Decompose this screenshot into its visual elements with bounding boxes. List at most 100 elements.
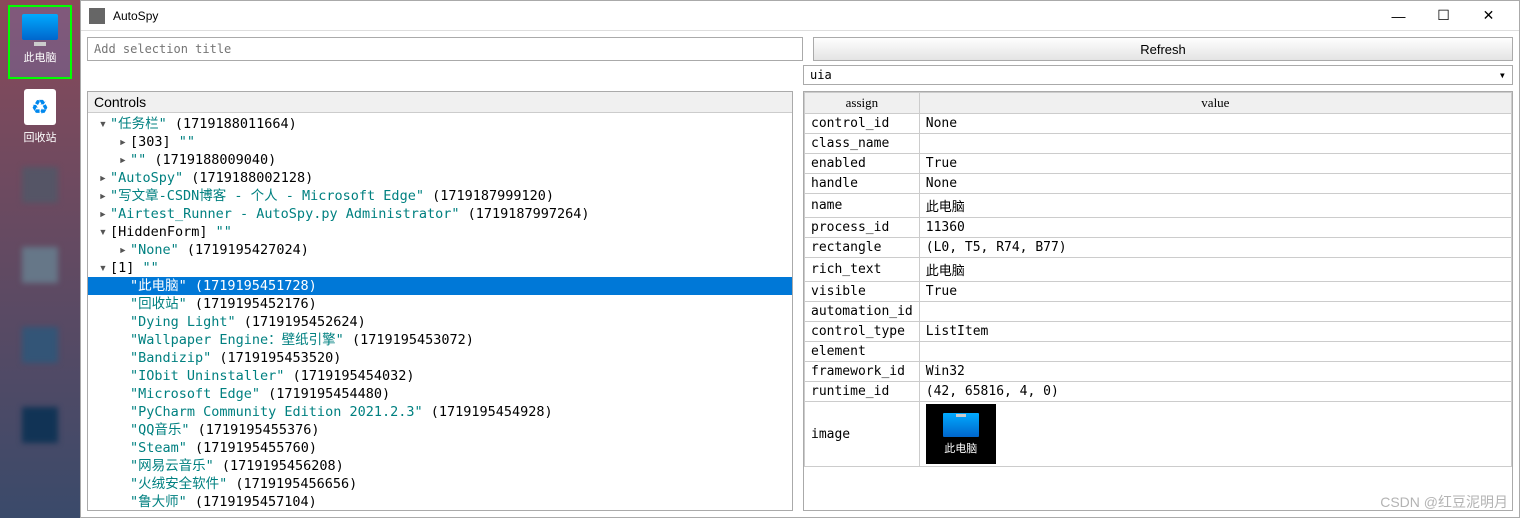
prop-value: 此电脑 (919, 194, 1511, 218)
table-row[interactable]: class_name (805, 134, 1512, 154)
prop-key: class_name (805, 134, 920, 154)
prop-key: control_type (805, 322, 920, 342)
table-row[interactable]: rich_text此电脑 (805, 258, 1512, 282)
desktop-icon-label: 回收站 (10, 129, 70, 145)
tree-node[interactable]: "回收站" (1719195452176) (88, 295, 792, 313)
backend-value: uia (810, 68, 832, 82)
app-window: AutoSpy — ☐ ✕ Refresh uia ▾ Controls ▾"任… (80, 0, 1520, 518)
prop-key: automation_id (805, 302, 920, 322)
properties-table: assign value control_idNoneclass_nameena… (804, 92, 1512, 467)
prop-key: name (805, 194, 920, 218)
desktop-icon-blur-1[interactable] (10, 167, 70, 237)
prop-image: 此电脑 (919, 402, 1511, 467)
table-row[interactable]: enabledTrue (805, 154, 1512, 174)
tree-node[interactable]: "Microsoft Edge" (1719195454480) (88, 385, 792, 403)
table-row[interactable]: framework_idWin32 (805, 362, 1512, 382)
table-row[interactable]: name此电脑 (805, 194, 1512, 218)
prop-key: image (805, 402, 920, 467)
controls-tree[interactable]: ▾"任务栏" (1719188011664)▸[303] ""▸"" (1719… (88, 113, 792, 510)
tree-node[interactable]: "此电脑" (1719195451728) (88, 277, 792, 295)
tree-node[interactable]: ▸"None" (1719195427024) (88, 241, 792, 259)
minimize-button[interactable]: — (1376, 2, 1421, 30)
tree-node[interactable]: ▸"AutoSpy" (1719188002128) (88, 169, 792, 187)
tree-node[interactable]: "Wallpaper Engine：壁纸引擎" (1719195453072) (88, 331, 792, 349)
table-row[interactable]: element (805, 342, 1512, 362)
tree-node[interactable]: "火绒安全软件" (1719195456656) (88, 475, 792, 493)
tree-node[interactable]: ▸"Airtest_Runner - AutoSpy.py Administra… (88, 205, 792, 223)
table-row[interactable]: control_typeListItem (805, 322, 1512, 342)
table-row[interactable]: automation_id (805, 302, 1512, 322)
backend-select[interactable]: uia ▾ (803, 65, 1513, 85)
tree-node[interactable]: ▸[303] "" (88, 133, 792, 151)
tree-node[interactable]: "QQ音乐" (1719195455376) (88, 421, 792, 439)
thumbnail-label: 此电脑 (944, 440, 977, 456)
desktop-icon-blur-2[interactable] (10, 247, 70, 317)
titlebar[interactable]: AutoSpy — ☐ ✕ (81, 1, 1519, 31)
prop-key: element (805, 342, 920, 362)
prop-value: None (919, 114, 1511, 134)
prop-key: runtime_id (805, 382, 920, 402)
tree-node[interactable]: ▾"任务栏" (1719188011664) (88, 115, 792, 133)
refresh-button[interactable]: Refresh (813, 37, 1513, 61)
prop-key: enabled (805, 154, 920, 174)
selection-title-input[interactable] (87, 37, 803, 61)
tree-node[interactable]: "PyCharm Community Edition 2021.2.3" (17… (88, 403, 792, 421)
prop-key: rich_text (805, 258, 920, 282)
prop-value: 11360 (919, 218, 1511, 238)
recycle-icon (20, 87, 60, 127)
table-row[interactable]: visibleTrue (805, 282, 1512, 302)
controls-header: Controls (88, 92, 792, 113)
col-assign[interactable]: assign (805, 93, 920, 114)
desktop-area: 此电脑 回收站 (0, 0, 80, 518)
prop-value (919, 342, 1511, 362)
table-row[interactable]: rectangle(L0, T5, R74, B77) (805, 238, 1512, 258)
monitor-icon (20, 7, 60, 47)
properties-pane: assign value control_idNoneclass_nameena… (803, 91, 1513, 511)
prop-value: True (919, 154, 1511, 174)
table-row[interactable]: process_id11360 (805, 218, 1512, 238)
window-title: AutoSpy (113, 9, 1376, 23)
prop-value: Win32 (919, 362, 1511, 382)
prop-value (919, 134, 1511, 154)
prop-value: (L0, T5, R74, B77) (919, 238, 1511, 258)
prop-key: handle (805, 174, 920, 194)
prop-value: (42, 65816, 4, 0) (919, 382, 1511, 402)
monitor-icon (943, 413, 979, 437)
generic-icon (22, 327, 58, 363)
maximize-button[interactable]: ☐ (1421, 2, 1466, 30)
generic-icon (22, 407, 58, 443)
tree-node[interactable]: "Steam" (1719195455760) (88, 439, 792, 457)
generic-icon (22, 167, 58, 203)
prop-value: 此电脑 (919, 258, 1511, 282)
col-value[interactable]: value (919, 93, 1511, 114)
desktop-icon-this-pc[interactable]: 此电脑 (10, 7, 70, 77)
prop-value: None (919, 174, 1511, 194)
tree-node[interactable]: "Dying Light" (1719195452624) (88, 313, 792, 331)
desktop-icon-blur-4[interactable] (10, 407, 70, 477)
desktop-icon-label: 此电脑 (10, 49, 70, 65)
tree-node[interactable]: ▸"" (1719188009040) (88, 151, 792, 169)
desktop-icon-blur-3[interactable] (10, 327, 70, 397)
table-row[interactable]: handleNone (805, 174, 1512, 194)
prop-value: ListItem (919, 322, 1511, 342)
tree-node[interactable]: ▸"写文章-CSDN博客 - 个人 - Microsoft Edge" (171… (88, 187, 792, 205)
tree-node[interactable]: "网易云音乐" (1719195456208) (88, 457, 792, 475)
prop-key: visible (805, 282, 920, 302)
preview-thumbnail: 此电脑 (926, 404, 996, 464)
chevron-down-icon: ▾ (1499, 68, 1506, 82)
table-row-image[interactable]: image 此电脑 (805, 402, 1512, 467)
table-row[interactable]: runtime_id(42, 65816, 4, 0) (805, 382, 1512, 402)
tree-node[interactable]: ▾[HiddenForm] "" (88, 223, 792, 241)
generic-icon (22, 247, 58, 283)
tree-node[interactable]: "鲁大师" (1719195457104) (88, 493, 792, 510)
tree-node[interactable]: ▾[1] "" (88, 259, 792, 277)
prop-key: control_id (805, 114, 920, 134)
controls-tree-pane: Controls ▾"任务栏" (1719188011664)▸[303] ""… (87, 91, 793, 511)
close-button[interactable]: ✕ (1466, 2, 1511, 30)
table-row[interactable]: control_idNone (805, 114, 1512, 134)
app-icon (89, 8, 105, 24)
desktop-icon-recycle-bin[interactable]: 回收站 (10, 87, 70, 157)
tree-node[interactable]: "Bandizip" (1719195453520) (88, 349, 792, 367)
prop-key: process_id (805, 218, 920, 238)
tree-node[interactable]: "IObit Uninstaller" (1719195454032) (88, 367, 792, 385)
